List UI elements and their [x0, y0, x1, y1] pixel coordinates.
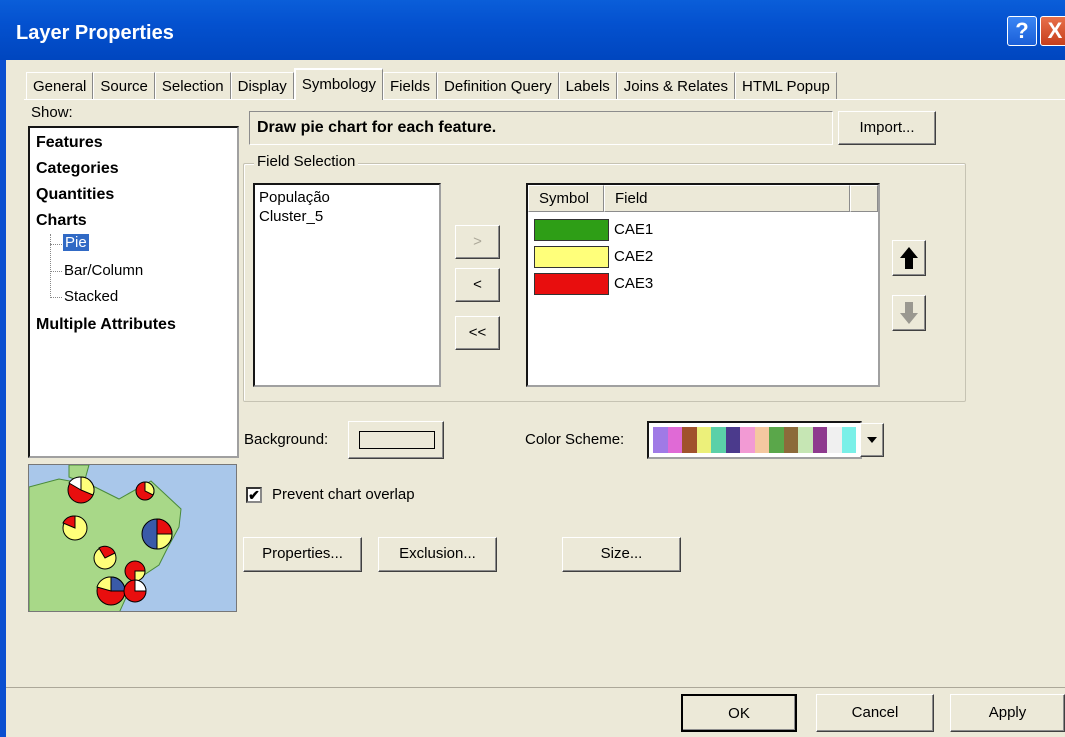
properties-button[interactable]: Properties...: [243, 537, 362, 572]
prevent-overlap-checkbox[interactable]: ✔: [246, 487, 262, 503]
tab-symbology[interactable]: Symbology: [293, 68, 384, 100]
tab-joins-relates[interactable]: Joins & Relates: [616, 72, 736, 100]
show-item-quantities[interactable]: Quantities: [36, 186, 114, 204]
symbol-swatch[interactable]: [534, 246, 609, 268]
show-item-pie[interactable]: Pie: [63, 234, 89, 251]
ok-button[interactable]: OK: [681, 694, 797, 732]
pie-symbol: [93, 545, 117, 570]
renderer-description: Draw pie chart for each feature.: [249, 111, 833, 145]
symbol-swatch[interactable]: [534, 219, 609, 241]
color-scheme-label: Color Scheme:: [525, 431, 625, 448]
symbol-swatch[interactable]: [534, 273, 609, 295]
tab-html-popup[interactable]: HTML Popup: [735, 72, 837, 100]
preview-map-image: [29, 465, 182, 611]
column-header-field[interactable]: Field: [604, 185, 850, 212]
exclusion-button[interactable]: Exclusion...: [378, 537, 497, 572]
show-item-features[interactable]: Features: [36, 134, 103, 152]
field-selection-title: Field Selection: [254, 153, 359, 170]
show-item-charts[interactable]: Charts: [36, 212, 87, 230]
pie-symbol: [96, 576, 126, 606]
apply-button[interactable]: Apply: [950, 694, 1065, 732]
field-name: CAE2: [614, 248, 654, 265]
cancel-button[interactable]: Cancel: [816, 694, 934, 732]
pie-symbol: [135, 481, 155, 501]
tab-strip: General Source Selection Display Symbolo…: [26, 68, 837, 100]
pie-symbol: [141, 518, 173, 550]
move-down-button[interactable]: [892, 295, 926, 331]
color-scheme-select[interactable]: [647, 421, 862, 459]
show-item-stacked[interactable]: Stacked: [64, 288, 118, 305]
arrow-down-icon: [900, 302, 918, 324]
tab-labels[interactable]: Labels: [558, 72, 617, 100]
pie-symbol: [62, 515, 88, 541]
close-button[interactable]: X: [1040, 16, 1065, 46]
tree-connector: [50, 271, 62, 272]
footer-divider: [6, 687, 1065, 688]
pie-symbol: [123, 579, 147, 603]
pie-symbol: [124, 560, 146, 582]
window-title: Layer Properties: [16, 22, 174, 44]
move-up-button[interactable]: [892, 240, 926, 276]
background-symbol-button[interactable]: [348, 421, 444, 459]
remove-all-fields-button[interactable]: <<: [455, 316, 500, 350]
field-name: CAE3: [614, 275, 654, 292]
window-frame: [0, 60, 6, 737]
tab-display[interactable]: Display: [230, 72, 294, 100]
tab-fields[interactable]: Fields: [383, 72, 438, 100]
remove-field-button[interactable]: <: [455, 268, 500, 302]
color-ramp: [653, 427, 856, 453]
color-scheme-dropdown-button[interactable]: [860, 423, 884, 457]
column-header-symbol[interactable]: Symbol: [528, 185, 604, 212]
show-item-categories[interactable]: Categories: [36, 160, 119, 178]
chevron-down-icon: [867, 437, 877, 443]
tree-connector: [50, 297, 62, 298]
show-tree: Features Categories Quantities Charts Pi…: [28, 126, 239, 458]
background-label: Background:: [244, 431, 329, 448]
tree-connector: [50, 244, 62, 245]
tab-source[interactable]: Source: [93, 72, 155, 100]
show-item-bar-column[interactable]: Bar/Column: [64, 262, 143, 279]
show-label: Show:: [31, 104, 73, 121]
available-field-item[interactable]: Cluster_5: [259, 207, 435, 226]
title-bar: Layer Properties ? X: [0, 0, 1065, 60]
field-name: CAE1: [614, 221, 654, 238]
import-button[interactable]: Import...: [838, 111, 936, 145]
tab-general[interactable]: General: [26, 72, 94, 100]
help-button[interactable]: ?: [1007, 16, 1037, 46]
tab-definition-query[interactable]: Definition Query: [437, 72, 559, 100]
background-swatch: [359, 431, 435, 449]
tab-selection[interactable]: Selection: [154, 72, 231, 100]
column-header-blank: [850, 185, 878, 212]
layer-properties-dialog: Layer Properties ? X General Source Sele…: [0, 0, 1065, 737]
arrow-up-icon: [900, 247, 918, 269]
selected-fields-table: Symbol Field CAE1 CAE2 CAE3: [526, 183, 880, 387]
add-field-button[interactable]: >: [455, 225, 500, 259]
available-fields-list[interactable]: População Cluster_5: [253, 183, 441, 387]
show-item-multiple-attributes[interactable]: Multiple Attributes: [36, 316, 176, 334]
prevent-overlap-label: Prevent chart overlap: [272, 486, 415, 503]
size-button[interactable]: Size...: [562, 537, 681, 572]
pie-symbol: [67, 476, 95, 504]
available-field-item[interactable]: População: [259, 188, 435, 207]
symbology-preview-map: [28, 464, 237, 612]
